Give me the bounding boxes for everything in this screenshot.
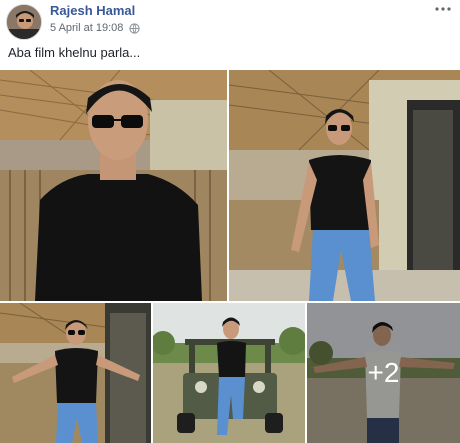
post-timestamp[interactable]: 5 April at 19:08 [50, 22, 123, 34]
globe-icon[interactable] [129, 22, 141, 34]
author-name-link[interactable]: Rajesh Hamal [50, 3, 135, 18]
facebook-post: Rajesh Hamal 5 April at 19:08 Aba film k… [0, 0, 460, 443]
author-avatar[interactable] [6, 4, 42, 40]
post-caption: Aba film khelnu parla... [8, 45, 141, 60]
photo-1[interactable] [0, 70, 227, 301]
more-photos-overlay[interactable]: +2 [307, 303, 460, 443]
photo-5[interactable]: +2 [307, 303, 460, 443]
more-options-icon[interactable] [432, 1, 454, 17]
photo-2[interactable] [229, 70, 460, 301]
post-meta: 5 April at 19:08 [50, 22, 141, 34]
photo-3[interactable] [0, 303, 151, 443]
photo-4[interactable] [153, 303, 305, 443]
avatar-image [7, 5, 41, 39]
more-photos-count: +2 [367, 357, 400, 388]
